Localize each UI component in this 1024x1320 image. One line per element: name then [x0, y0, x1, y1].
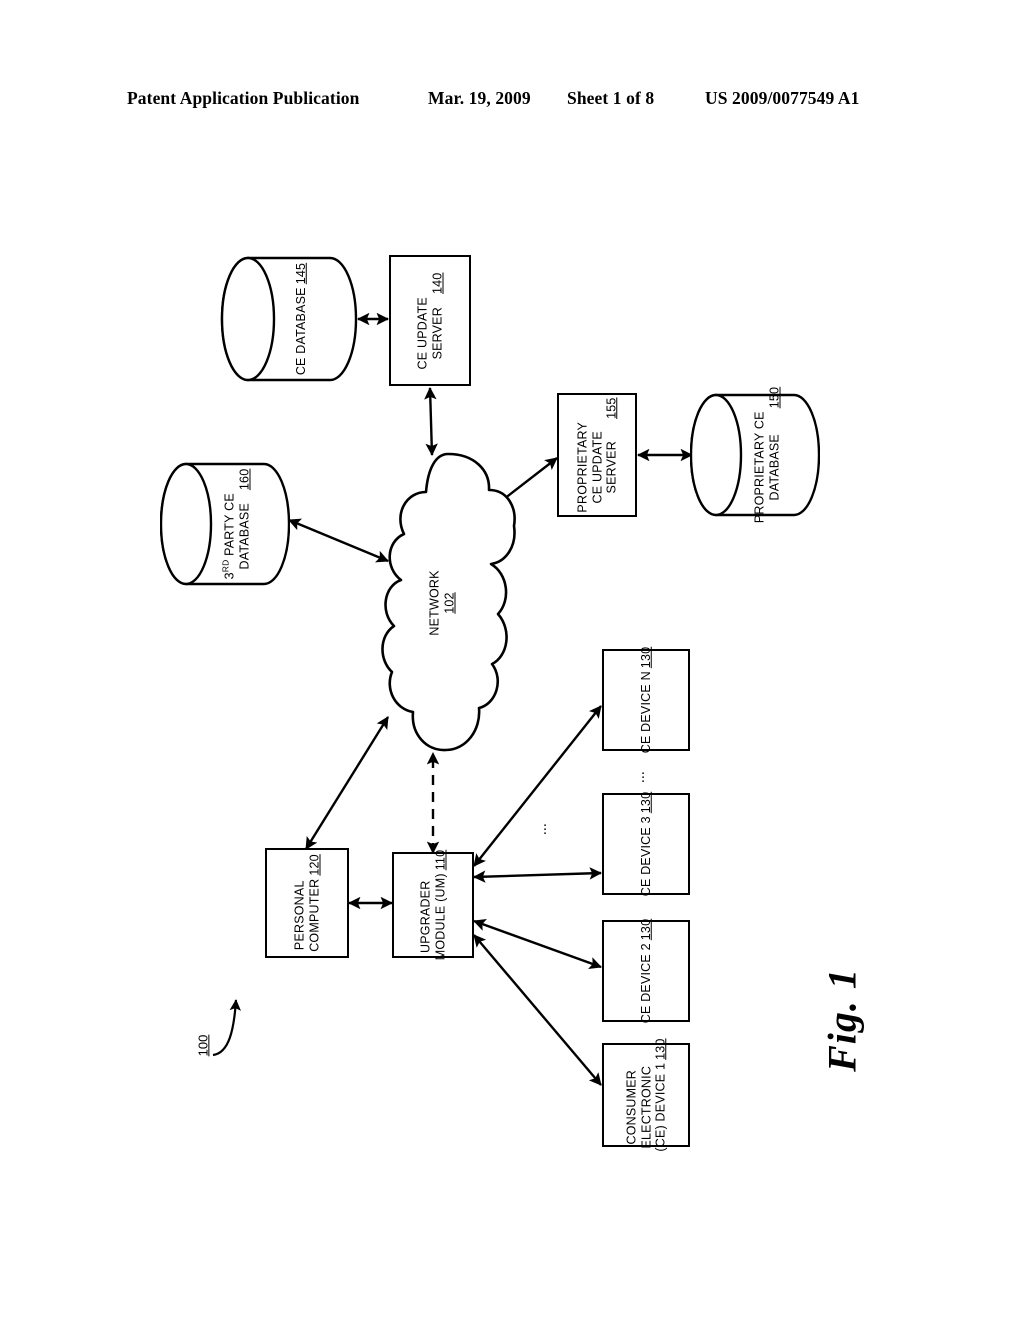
node-ce-device-1[interactable]: CONSUMER ELECTRONIC (CE) DEVICE 1 130 [602, 1038, 690, 1152]
node-ce-device-2[interactable]: CE DEVICE 2 130 [602, 918, 690, 1024]
cylinder-cap [220, 256, 276, 382]
node-ce-update-server[interactable]: CE UPDATE SERVER 140 [389, 255, 471, 386]
link-upgrader-module-to-ce-device-3 [473, 867, 602, 883]
node-proprietary-ce-database[interactable]: PROPRIETARY CE DATABASE 150 [690, 387, 820, 523]
link-ce-update-server-to-network [424, 387, 438, 456]
node-upgrader-module[interactable]: UPGRADER MODULE (UM) 110 [392, 849, 474, 961]
node-label: PERSONAL COMPUTER 120 [292, 854, 322, 952]
node-label: UPGRADER MODULE (UM) 110 [418, 849, 448, 961]
node-ce-device-3[interactable]: CE DEVICE 3 130 [602, 791, 690, 897]
cylinder-cap [690, 393, 743, 517]
node-ce-database[interactable]: CE DATABASE 145 [220, 256, 358, 382]
node-network[interactable]: NETWORK 102 [378, 450, 518, 755]
figure-caption: Fig. 1 [819, 968, 865, 1072]
figure-1-diagram: CE DATABASE 145 CE UPDATE SERVER 140 PRO… [0, 0, 1024, 1320]
node-proprietary-ce-update-server[interactable]: PROPRIETARY CE UPDATE SERVER 155 [557, 393, 637, 517]
system-ref-leader [212, 999, 242, 1057]
link-upgrader-module-to-ce-device-2 [473, 919, 602, 969]
node-label: CE DEVICE N 130 [638, 646, 653, 754]
system-reference-number: 100 [195, 1034, 211, 1057]
node-label: CE UPDATE SERVER 140 [415, 272, 445, 369]
node-ce-device-n[interactable]: CE DEVICE N 130 [602, 646, 690, 754]
link-third-party-database-to-network [288, 518, 389, 563]
node-label: CE DEVICE 2 130 [638, 918, 653, 1024]
node-label: CE DEVICE 3 130 [638, 791, 653, 897]
cloud-shape [381, 452, 516, 752]
node-third-party-ce-database[interactable]: 3RD PARTY CE DATABASE 160 [160, 462, 290, 586]
node-label: CONSUMER ELECTRONIC (CE) DEVICE 1 130 [624, 1038, 668, 1152]
device-ellipsis-lower: . . . [543, 813, 548, 838]
cylinder-cap [160, 462, 213, 586]
node-label: PROPRIETARY CE UPDATE SERVER 155 [575, 397, 619, 513]
link-upgrader-module-to-ce-device-1 [473, 934, 602, 1086]
link-personal-computer-to-network [304, 716, 390, 850]
node-personal-computer[interactable]: PERSONAL COMPUTER 120 [265, 848, 349, 958]
device-ellipsis-upper: . . . [641, 761, 646, 786]
